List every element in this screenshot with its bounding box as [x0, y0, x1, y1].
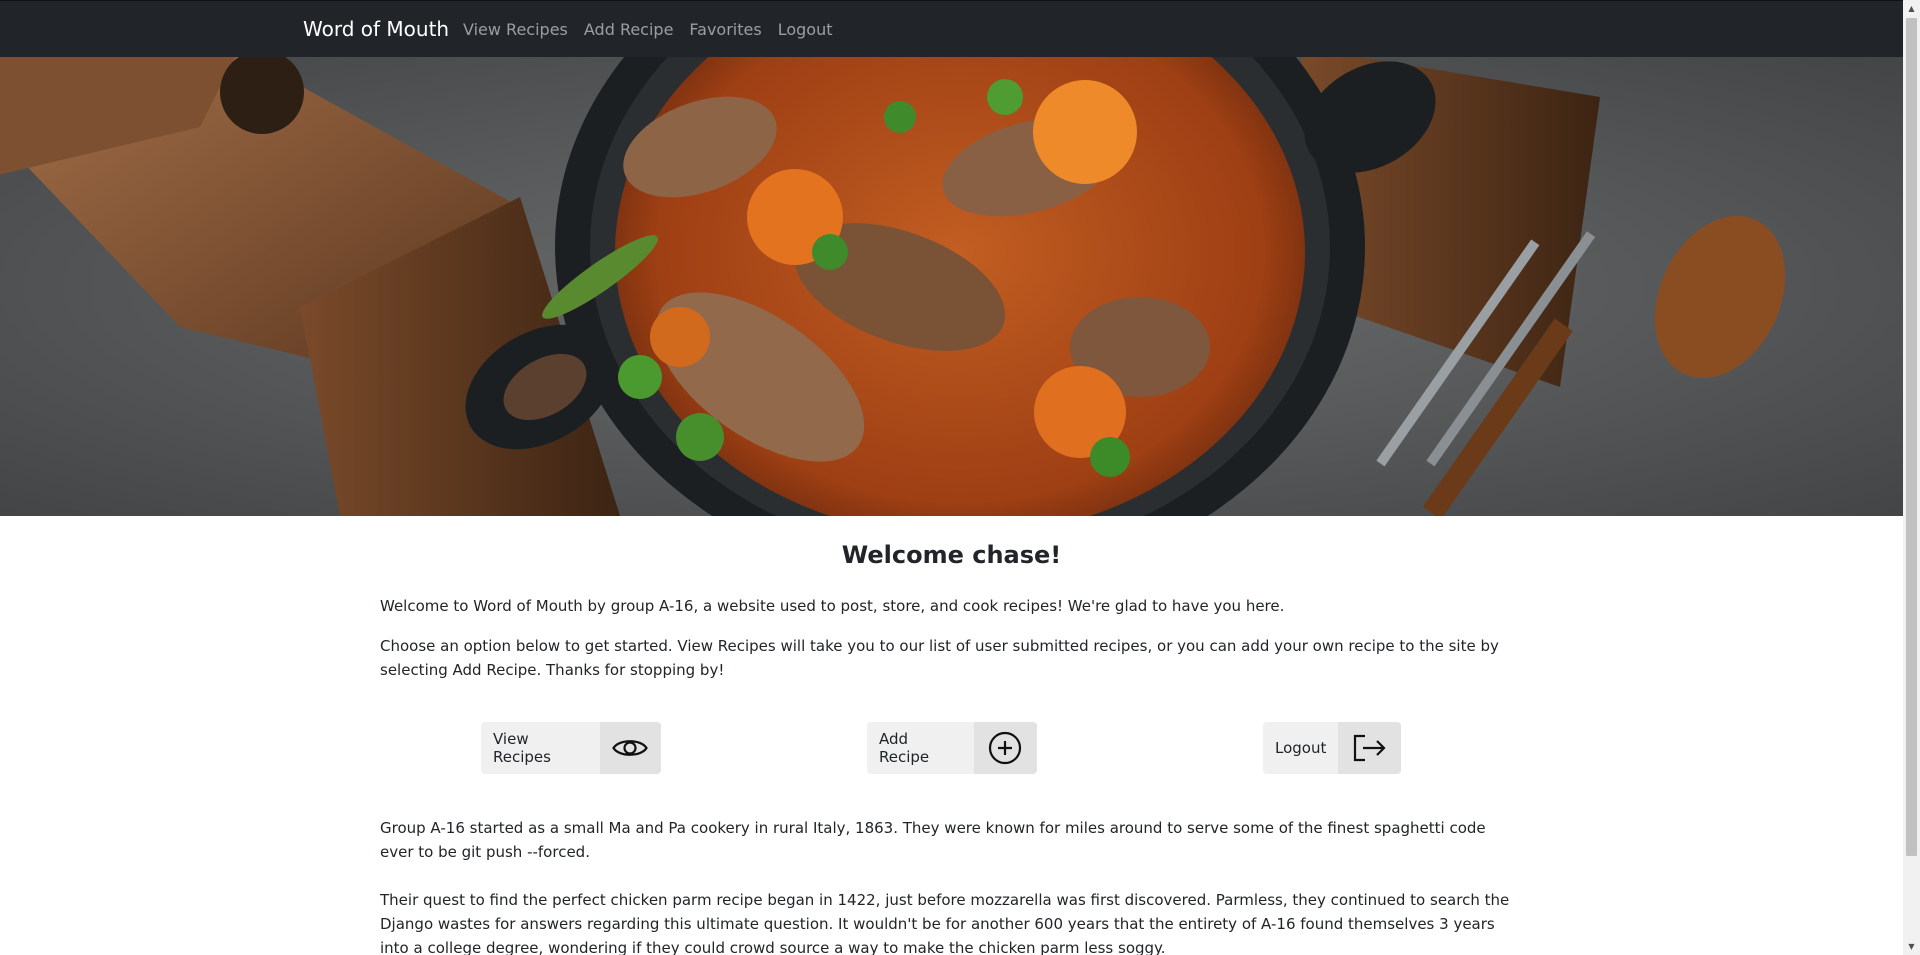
logout-label: Logout	[1263, 721, 1339, 774]
intro-paragraph: Welcome to Word of Mouth by group A-16, …	[380, 596, 1285, 615]
nav-favorites[interactable]: Favorites	[689, 20, 761, 39]
add-recipe-button[interactable]: Add Recipe	[867, 721, 1037, 774]
main-content: Welcome chase! Welcome to Word of Mouth …	[380, 516, 1523, 955]
logout-icon	[1338, 721, 1401, 774]
hero-image	[0, 57, 1903, 516]
action-buttons: View Recipes Add Recipe Logout	[380, 721, 1523, 774]
page-scrollbar[interactable]: ▲ ▼	[1903, 0, 1920, 955]
nav-logout[interactable]: Logout	[778, 20, 833, 39]
eye-icon	[599, 721, 661, 774]
add-recipe-label: Add Recipe	[867, 721, 974, 774]
nav-add-recipe[interactable]: Add Recipe	[584, 20, 674, 39]
nav-view-recipes[interactable]: View Recipes	[463, 20, 568, 39]
top-navbar: Word of Mouth View Recipes Add Recipe Fa…	[0, 0, 1903, 57]
scroll-up-arrow-icon[interactable]: ▲	[1903, 0, 1920, 17]
welcome-heading: Welcome chase!	[841, 541, 1062, 569]
brand-link[interactable]: Word of Mouth	[303, 17, 449, 41]
view-recipes-button[interactable]: View Recipes	[481, 721, 661, 774]
nav-links: View Recipes Add Recipe Favorites Logout	[463, 20, 832, 39]
logout-button[interactable]: Logout	[1263, 721, 1401, 774]
about-paragraph-1: Group A-16 started as a small Ma and Pa …	[380, 818, 1486, 861]
view-recipes-label: View Recipes	[481, 721, 600, 774]
instructions-paragraph: Choose an option below to get started. V…	[380, 636, 1499, 679]
stew-pot-illustration	[0, 57, 1903, 516]
about-paragraph-2: Their quest to find the perfect chicken …	[380, 890, 1510, 955]
scroll-down-arrow-icon[interactable]: ▼	[1903, 938, 1920, 955]
scroll-thumb[interactable]	[1906, 18, 1917, 856]
plus-circle-icon	[973, 721, 1037, 774]
